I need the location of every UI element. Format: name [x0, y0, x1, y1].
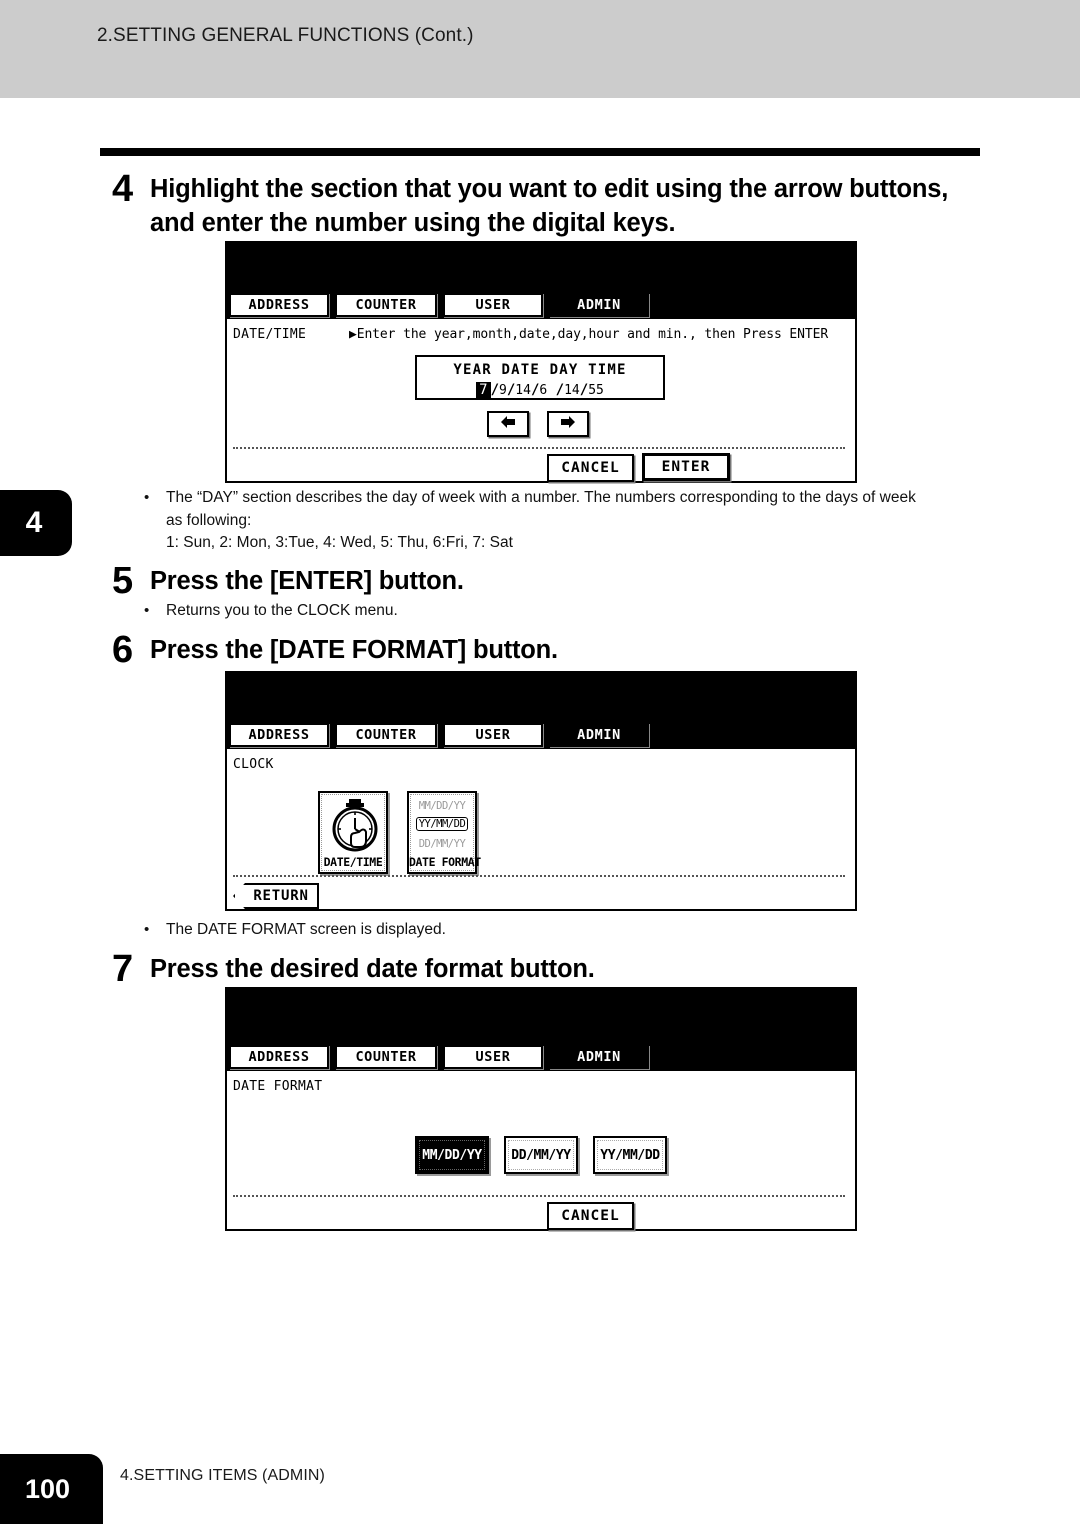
step-5-note: • Returns you to the CLOCK menu.	[144, 600, 844, 623]
tile-date-time-caption: DATE/TIME	[323, 855, 383, 869]
lcd-status-bar-2	[227, 673, 855, 723]
tab-user-1[interactable]: USER	[443, 293, 543, 317]
format-button-yymmdd[interactable]: YY/MM/DD	[593, 1136, 667, 1174]
arrow-left-icon	[499, 415, 517, 434]
value-sep-1: /	[490, 382, 500, 398]
step-7-text: Press the desired date format button.	[150, 955, 595, 983]
format-button-mmddyy[interactable]: MM/DD/YY	[415, 1136, 489, 1174]
tab-admin-3[interactable]: ADMIN	[549, 1045, 649, 1069]
screen-label-clock: CLOCK	[233, 757, 274, 772]
value-box-values: 7/9/14/6 /14/55	[417, 382, 663, 398]
stopwatch-icon	[329, 798, 381, 859]
tab-admin-2[interactable]: ADMIN	[549, 723, 649, 747]
tile-date-format-caption: DATE FORMAT	[409, 855, 481, 869]
screen-label-date-format: DATE FORMAT	[233, 1079, 323, 1094]
page-header-title: 2.SETTING GENERAL FUNCTIONS (Cont.)	[97, 25, 474, 46]
value-hour[interactable]: 14	[564, 383, 580, 398]
day-note-line-2: as following:	[166, 511, 252, 529]
step-6-note-text: The DATE FORMAT screen is displayed.	[166, 921, 446, 938]
lcd-panel-date-time: ADDRESS COUNTER USER ADMIN DATE/TIME ▶En…	[225, 241, 857, 483]
tab-user-3[interactable]: USER	[443, 1045, 543, 1069]
value-year[interactable]: 7	[476, 382, 491, 398]
lcd-tab-strip-1: ADDRESS COUNTER USER ADMIN	[227, 293, 855, 319]
footer-title: 4.SETTING ITEMS (ADMIN)	[120, 1467, 325, 1484]
cancel-button-1[interactable]: CANCEL	[547, 454, 634, 482]
tile-date-time[interactable]: DATE/TIME	[318, 791, 388, 874]
lcd-panel-date-format: ADDRESS COUNTER USER ADMIN DATE FORMAT M…	[225, 987, 857, 1231]
arrow-left-button[interactable]	[487, 411, 529, 437]
divider-3	[233, 1195, 845, 1197]
section-rule-top	[100, 148, 980, 156]
step-5-note-text: Returns you to the CLOCK menu.	[166, 602, 398, 619]
tab-address-1[interactable]: ADDRESS	[229, 293, 329, 317]
day-note-line-3: 1: Sun, 2: Mon, 3:Tue, 4: Wed, 5: Thu, 6…	[166, 534, 513, 551]
step-7-number: 7	[112, 948, 134, 990]
day-note-bullet: • The “DAY” section describes the day of…	[144, 487, 984, 555]
bullet-dot-2: •	[144, 602, 150, 619]
lcd-panel-clock: ADDRESS COUNTER USER ADMIN CLOCK DATE/TI…	[225, 671, 857, 911]
lcd-tab-strip-2: ADDRESS COUNTER USER ADMIN	[227, 723, 855, 749]
lcd-body-3: DATE FORMAT MM/DD/YY DD/MM/YY YY/MM/DD C…	[227, 1071, 855, 1230]
value-date[interactable]: 14	[515, 383, 531, 398]
step-5-text: Press the [ENTER] button.	[150, 567, 464, 595]
tab-address-3[interactable]: ADDRESS	[229, 1045, 329, 1069]
value-box-headers: YEAR DATE DAY TIME	[453, 362, 627, 378]
fmt-preview-ddmmyy: DD/MM/YY	[418, 838, 466, 850]
tab-user-2[interactable]: USER	[443, 723, 543, 747]
step-4-number: 4	[112, 168, 134, 210]
step-6-note: • The DATE FORMAT screen is displayed.	[144, 919, 844, 942]
tab-counter-2[interactable]: COUNTER	[335, 723, 437, 747]
value-day[interactable]: 6	[539, 383, 547, 398]
tab-address-2[interactable]: ADDRESS	[229, 723, 329, 747]
format-button-ddmmyy[interactable]: DD/MM/YY	[504, 1136, 578, 1174]
day-note-line-1: The “DAY” section describes the day of w…	[166, 489, 916, 506]
tab-counter-1[interactable]: COUNTER	[335, 293, 437, 317]
step-4: 4 Highlight the section that you want to…	[112, 170, 992, 250]
divider-1	[233, 447, 845, 449]
tab-admin-1[interactable]: ADMIN	[549, 293, 649, 317]
fmt-preview-yymmdd: YY/MM/DD	[409, 817, 475, 831]
lcd-status-bar-3	[227, 989, 855, 1045]
step-6-text: Press the [DATE FORMAT] button.	[150, 636, 558, 664]
page-number-badge: 100	[0, 1454, 103, 1524]
value-sep-4: /	[555, 382, 565, 398]
value-sep-5: /	[579, 382, 589, 398]
lcd-body-2: CLOCK DATE/TIME MM/DD/YY YY/MM/DD DD/MM/…	[227, 749, 855, 909]
chapter-tab: 4	[0, 490, 72, 556]
enter-button-1[interactable]: ENTER	[642, 453, 730, 481]
value-month[interactable]: 9	[499, 383, 507, 398]
step-6: 6 Press the [DATE FORMAT] button.	[112, 631, 992, 675]
tab-counter-3[interactable]: COUNTER	[335, 1045, 437, 1069]
date-time-value-box: YEAR DATE DAY TIME 7/9/14/6 /14/55	[415, 355, 665, 400]
page-header-band	[0, 0, 1080, 98]
bullet-dot-3: •	[144, 921, 150, 938]
bullet-dot-1: •	[144, 489, 150, 506]
step-4-text: Highlight the section that you want to e…	[150, 175, 949, 237]
arrow-right-icon	[559, 415, 577, 434]
divider-2	[233, 875, 845, 877]
step-6-number: 6	[112, 629, 134, 671]
instruction-hint-1: ▶Enter the year,month,date,day,hour and …	[349, 327, 829, 342]
lcd-body-1: DATE/TIME ▶Enter the year,month,date,day…	[227, 319, 855, 482]
step-5-number: 5	[112, 560, 134, 602]
lcd-status-bar-1	[227, 243, 855, 293]
lcd-tab-strip-3: ADDRESS COUNTER USER ADMIN	[227, 1045, 855, 1071]
cancel-button-3[interactable]: CANCEL	[547, 1202, 634, 1230]
value-min[interactable]: 55	[588, 383, 604, 398]
tile-date-format[interactable]: MM/DD/YY YY/MM/DD DD/MM/YY DATE FORMAT	[407, 791, 481, 874]
return-button[interactable]: RETURN	[233, 883, 319, 909]
screen-label-date-time: DATE/TIME	[233, 327, 307, 342]
fmt-preview-mmddyy: MM/DD/YY	[418, 800, 466, 812]
arrow-right-button[interactable]	[547, 411, 589, 437]
